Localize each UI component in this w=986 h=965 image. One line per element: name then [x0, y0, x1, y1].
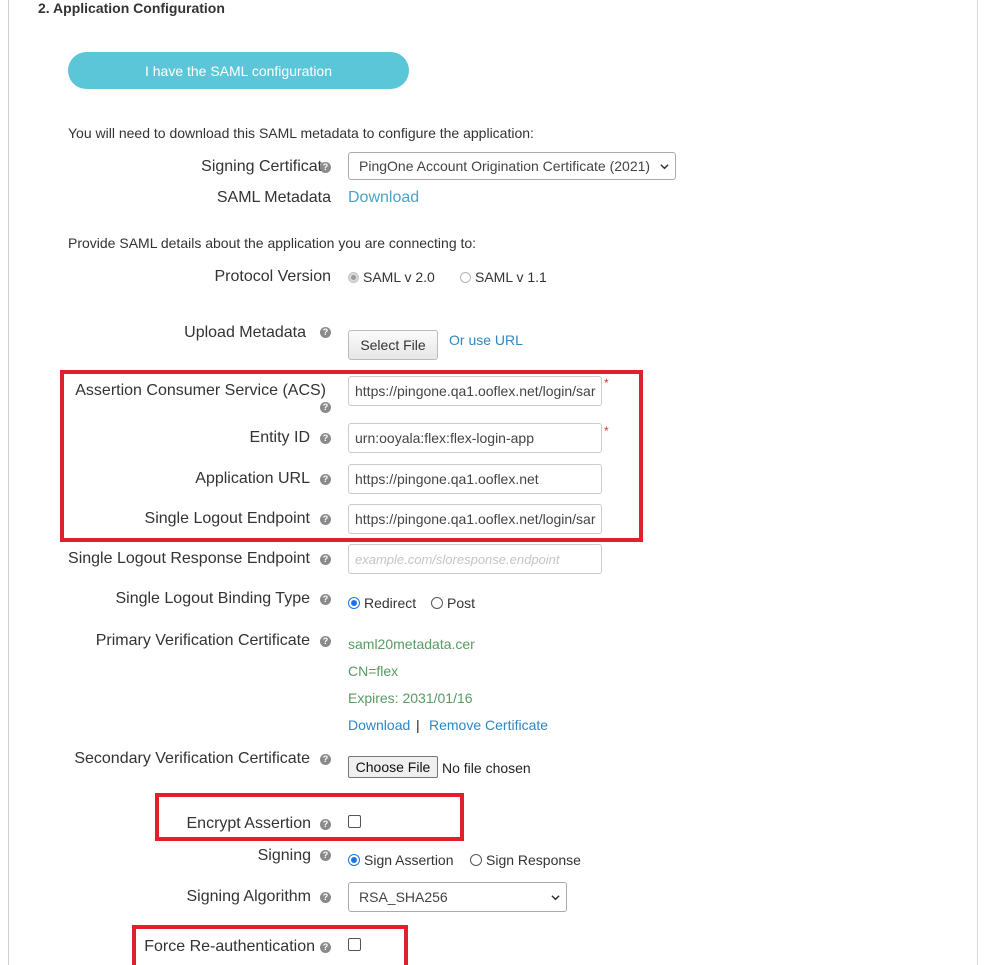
primary-cert-cn: CN=flex	[348, 663, 399, 679]
binding-post-option[interactable]: Post	[431, 594, 475, 612]
saml-metadata-label: SAML Metadata	[216, 189, 331, 206]
single-logout-binding-help-icon[interactable]: ?	[320, 594, 331, 605]
signing-algorithm-label: Signing Algorithm	[186, 888, 311, 905]
single-logout-response-endpoint-label: Single Logout Response Endpoint	[68, 550, 310, 567]
binding-redirect-label: Redirect	[364, 595, 417, 611]
sign-assertion-label: Sign Assertion	[364, 852, 454, 868]
signing-algorithm-select[interactable]: RSA_SHA256	[348, 882, 567, 912]
chevron-down-icon	[551, 894, 560, 900]
secondary-cert-help-icon[interactable]: ?	[320, 754, 331, 765]
or-use-url-link[interactable]: Or use URL	[449, 331, 523, 349]
chevron-down-icon	[660, 163, 669, 169]
saml-metadata-download-link[interactable]: Download	[348, 188, 419, 208]
binding-post-label: Post	[447, 595, 476, 611]
protocol-saml11-option[interactable]: SAML v 1.1	[460, 268, 547, 286]
secondary-cert-label: Secondary Verification Certificate	[74, 750, 310, 767]
single-logout-response-help-icon[interactable]: ?	[320, 554, 331, 565]
signing-label: Signing	[257, 847, 311, 864]
highlight-box-saml-endpoints	[60, 370, 643, 542]
protocol-version-label: Protocol Version	[214, 268, 331, 285]
provide-intro-text: Provide SAML details about the applicati…	[68, 235, 477, 251]
sign-response-radio[interactable]	[470, 854, 482, 866]
protocol-saml20-option[interactable]: SAML v 2.0	[348, 268, 435, 286]
sign-response-label: Sign Response	[486, 852, 581, 868]
choose-file-button[interactable]: Choose File	[348, 756, 438, 778]
primary-cert-link-separator: |	[416, 717, 420, 733]
remove-certificate-link[interactable]: Remove Certificate	[429, 716, 548, 734]
primary-cert-filename: saml20metadata.cer	[348, 636, 475, 652]
sign-response-option[interactable]: Sign Response	[470, 851, 581, 869]
protocol-saml20-radio[interactable]	[348, 271, 359, 283]
upload-metadata-label: Upload Metadata	[184, 324, 306, 341]
sign-assertion-radio[interactable]	[348, 854, 360, 866]
binding-redirect-radio[interactable]	[348, 597, 360, 609]
page-frame-left-border	[8, 0, 9, 965]
signing-help-icon[interactable]: ?	[320, 850, 331, 861]
protocol-saml20-label: SAML v 2.0	[363, 269, 435, 285]
binding-redirect-option[interactable]: Redirect	[348, 594, 416, 612]
no-file-chosen-text: No file chosen	[442, 760, 531, 776]
protocol-saml11-label: SAML v 1.1	[475, 269, 547, 285]
signing-certificate-value: PingOne Account Origination Certificate …	[359, 158, 651, 174]
select-file-button[interactable]: Select File	[348, 330, 438, 360]
primary-cert-help-icon[interactable]: ?	[320, 636, 331, 647]
primary-cert-download-link[interactable]: Download	[348, 716, 410, 734]
primary-cert-expires: Expires: 2031/01/16	[348, 690, 473, 706]
saml-configuration-button[interactable]: I have the SAML configuration	[68, 52, 409, 89]
section-title: 2. Application Configuration	[38, 0, 225, 16]
signing-algorithm-value: RSA_SHA256	[359, 889, 448, 905]
signing-certificate-label: Signing Certificate	[201, 158, 331, 175]
single-logout-binding-label: Single Logout Binding Type	[115, 590, 310, 607]
signing-certificate-select[interactable]: PingOne Account Origination Certificate …	[348, 152, 676, 180]
highlight-box-force-reauth	[132, 925, 408, 965]
single-logout-response-endpoint-input[interactable]: example.com/sloresponse.endpoint	[348, 544, 602, 574]
signing-algorithm-help-icon[interactable]: ?	[320, 892, 331, 903]
binding-post-radio[interactable]	[431, 597, 443, 609]
signing-certificate-help-icon[interactable]: ?	[320, 162, 331, 173]
sign-assertion-option[interactable]: Sign Assertion	[348, 851, 454, 869]
highlight-box-encrypt-assertion	[155, 793, 464, 841]
protocol-saml11-radio[interactable]	[460, 271, 471, 283]
download-intro-text: You will need to download this SAML meta…	[68, 125, 534, 141]
primary-cert-label: Primary Verification Certificate	[95, 632, 310, 649]
page-frame-right-border	[977, 0, 978, 965]
upload-metadata-help-icon[interactable]: ?	[320, 327, 331, 338]
